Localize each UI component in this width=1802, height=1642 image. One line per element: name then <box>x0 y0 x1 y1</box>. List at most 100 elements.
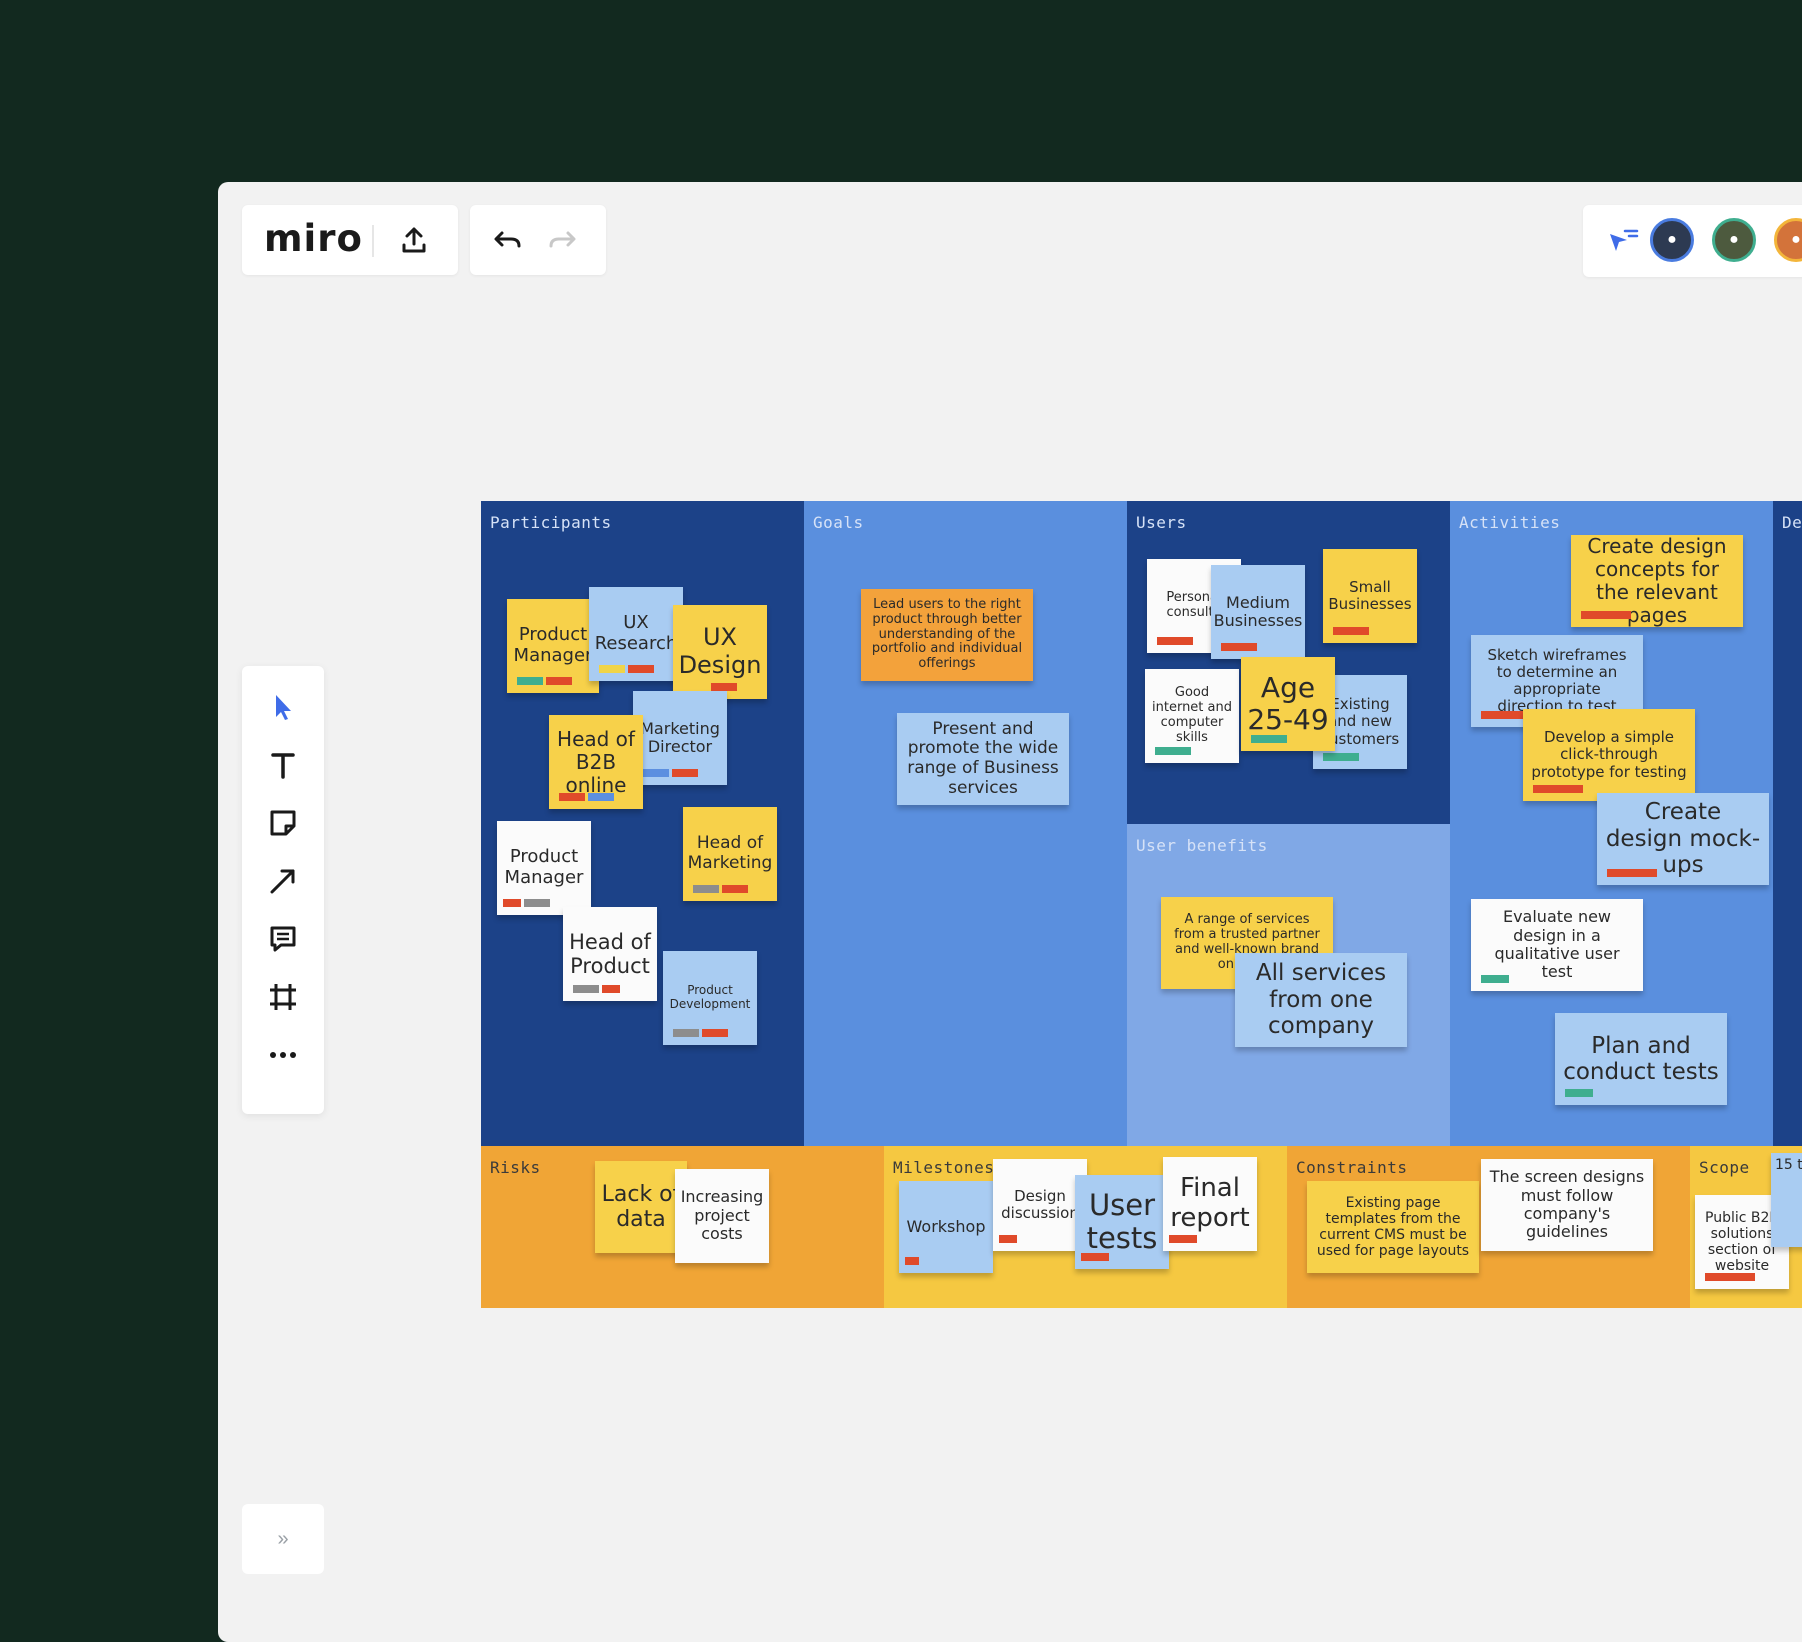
upload-icon[interactable] <box>394 220 434 260</box>
tag-chip <box>1323 753 1359 761</box>
cursor-follow-icon[interactable] <box>1605 223 1641 259</box>
tag-chip <box>1155 747 1191 755</box>
sticky-note[interactable]: The screen designs must follow company's… <box>1481 1159 1653 1251</box>
tag-chip <box>517 677 543 685</box>
sticky-note[interactable]: Final report <box>1163 1157 1257 1251</box>
tag-chip <box>524 899 550 907</box>
sticky-text: Medium Businesses <box>1213 592 1303 630</box>
sticky-note[interactable]: All services from one company <box>1235 953 1407 1047</box>
miro-app-window: miro ● ● ● » Participants Goals Users Us… <box>218 182 1802 1642</box>
zone-label: Participants <box>490 513 612 532</box>
zone-de[interactable]: De <box>1773 501 1802 1146</box>
avatar[interactable]: ● <box>1774 218 1802 262</box>
sticky-note[interactable]: Good internet and computer skills <box>1145 669 1239 763</box>
sticky-text: Marketing Director <box>640 718 720 756</box>
undo-redo-toolbar <box>470 205 606 275</box>
sticky-text: Head of Product <box>569 929 651 978</box>
sticky-text: Product Manager <box>504 846 584 888</box>
tag-list <box>1323 753 1359 761</box>
logo-toolbar: miro <box>242 205 458 275</box>
tag-list <box>1081 1253 1109 1261</box>
text-icon[interactable] <box>258 740 308 790</box>
sticky-text: Design discussion <box>1001 1186 1079 1222</box>
tag-chip <box>503 899 521 907</box>
comment-icon[interactable] <box>258 914 308 964</box>
sticky-note[interactable]: Age 25-49 <box>1241 657 1335 751</box>
tag-list <box>1157 637 1193 645</box>
tag-list <box>517 677 572 685</box>
sticky-note[interactable]: 15 to c <box>1771 1153 1802 1247</box>
lean-ux-canvas[interactable]: Participants Goals Users User benefits A… <box>481 501 1802 1311</box>
tag-chip <box>1581 611 1631 619</box>
tag-list <box>599 665 654 673</box>
avatar[interactable]: ● <box>1712 218 1756 262</box>
sticky-note[interactable]: Medium Businesses <box>1211 565 1305 659</box>
miro-logo[interactable]: miro <box>264 217 363 260</box>
zone-label: Scope <box>1699 1158 1750 1177</box>
sticky-note-icon[interactable] <box>258 798 308 848</box>
expand-icon: » <box>277 1527 289 1550</box>
tag-chip <box>722 885 748 893</box>
sticky-note[interactable]: Develop a simple click-through prototype… <box>1523 709 1695 801</box>
sticky-note[interactable]: Lead users to the right product through … <box>861 589 1033 681</box>
expand-panel-button[interactable]: » <box>242 1504 324 1574</box>
sticky-note[interactable]: Present and promote the wide range of Bu… <box>897 713 1069 805</box>
frame-icon[interactable] <box>258 972 308 1022</box>
tag-list <box>503 899 550 907</box>
sticky-note[interactable]: Product Development <box>663 951 757 1045</box>
tag-list <box>573 985 620 993</box>
tag-chip <box>1607 869 1657 877</box>
sticky-note[interactable]: Workshop <box>899 1181 993 1273</box>
tag-chip <box>643 769 669 777</box>
sticky-text: Sketch wireframes to determine an approp… <box>1487 645 1627 716</box>
sticky-note[interactable]: Head of Product <box>563 907 657 1001</box>
sticky-text: Existing page templates from the current… <box>1316 1194 1470 1260</box>
sticky-note[interactable]: Existing page templates from the current… <box>1307 1181 1479 1273</box>
tag-chip <box>711 683 737 691</box>
sticky-note[interactable]: Product Manager <box>497 821 591 915</box>
sticky-note[interactable]: Head of B2B online <box>549 715 643 809</box>
sticky-note[interactable]: Head of Marketing <box>683 807 777 901</box>
zone-label: Constraints <box>1296 1158 1408 1177</box>
zone-label: Risks <box>490 1158 541 1177</box>
sticky-note[interactable]: Create design concepts for the relevant … <box>1571 535 1743 627</box>
avatar[interactable]: ● <box>1650 218 1694 262</box>
sticky-note[interactable]: Design discussion <box>993 1159 1087 1251</box>
tag-chip <box>1533 785 1583 793</box>
tag-chip <box>599 665 625 673</box>
tag-list <box>643 769 698 777</box>
tag-chip <box>1221 643 1257 651</box>
sticky-note[interactable]: Lack of data <box>595 1161 687 1253</box>
tag-list <box>1607 869 1657 877</box>
tag-list <box>905 1257 919 1265</box>
sticky-text: Head of B2B online <box>557 726 635 797</box>
sticky-note[interactable]: UX Design <box>673 605 767 699</box>
zone-label: Goals <box>813 513 864 532</box>
tag-list <box>999 1235 1017 1243</box>
tag-chip <box>588 793 614 801</box>
sticky-note[interactable]: Evaluate new design in a qualitative use… <box>1471 899 1643 991</box>
sticky-text: Present and promote the wide range of Bu… <box>907 718 1059 798</box>
tag-chip <box>1565 1089 1593 1097</box>
sticky-note[interactable]: Product Manager <box>507 599 599 693</box>
collaborators-toolbar: ● ● ● <box>1583 205 1802 277</box>
zone-label: De <box>1782 513 1802 532</box>
select-icon[interactable] <box>258 682 308 732</box>
line-icon[interactable] <box>258 856 308 906</box>
sticky-note[interactable]: Create design mock-ups <box>1597 793 1769 885</box>
toolbar-divider <box>372 225 374 257</box>
sticky-note[interactable]: UX Research <box>589 587 683 681</box>
sticky-note[interactable]: User tests <box>1075 1175 1169 1269</box>
sticky-note[interactable]: Small Businesses <box>1323 549 1417 643</box>
sticky-note[interactable]: Marketing Director <box>633 691 727 785</box>
sticky-text: User tests <box>1086 1187 1158 1255</box>
undo-icon[interactable] <box>490 222 526 258</box>
tag-list <box>559 793 614 801</box>
redo-icon[interactable] <box>544 222 580 258</box>
more-icon[interactable] <box>258 1030 308 1080</box>
sticky-note[interactable]: Plan and conduct tests <box>1555 1013 1727 1105</box>
sticky-note[interactable]: Increasing project costs <box>675 1169 769 1263</box>
sticky-text: Good internet and computer skills <box>1152 685 1232 745</box>
tag-list <box>1481 975 1509 983</box>
tag-chip <box>602 985 620 993</box>
